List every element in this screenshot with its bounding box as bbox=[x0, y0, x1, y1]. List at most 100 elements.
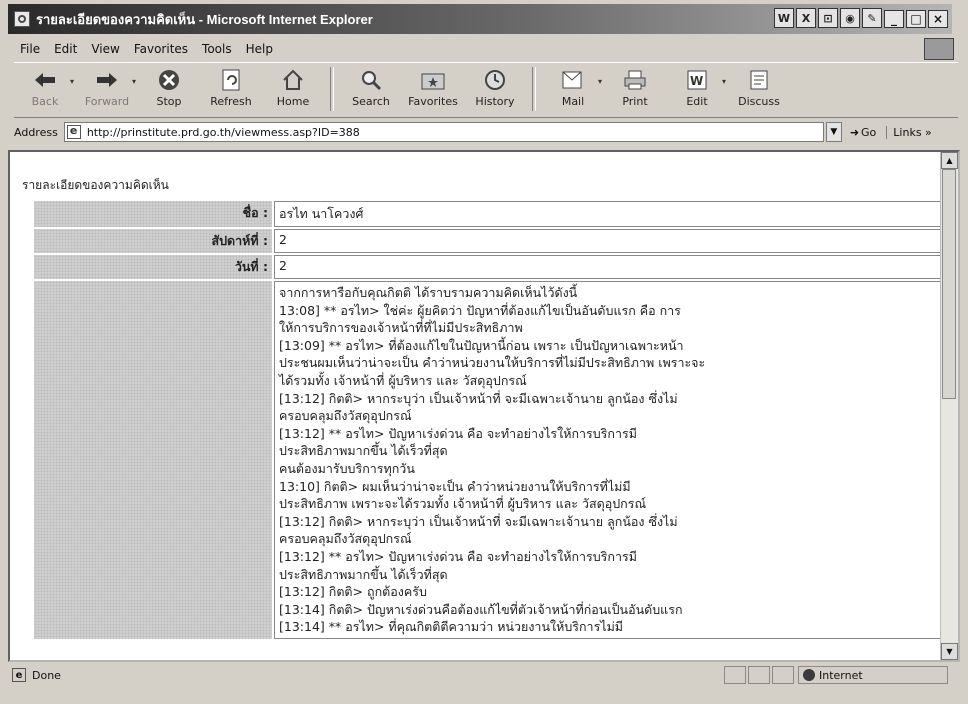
stop-button[interactable]: Stop bbox=[138, 63, 200, 115]
message-label-cell bbox=[34, 281, 272, 639]
minimize-button[interactable]: _ bbox=[884, 10, 904, 28]
home-icon bbox=[281, 68, 305, 92]
page-heading: รายละเอียดของความคิดเห็น bbox=[22, 178, 169, 192]
window-tray-icon[interactable]: ⊡ bbox=[818, 8, 838, 28]
message-line: [13:12] ** อรไท> ปัญหาเร่งด่วน คือ จะทำอ… bbox=[279, 548, 637, 564]
day-value: 2 bbox=[274, 255, 950, 279]
scroll-thumb[interactable] bbox=[942, 169, 956, 399]
mail-button[interactable]: Mail ▾ bbox=[542, 63, 604, 115]
window-controls: _ □ × bbox=[884, 10, 948, 28]
links-label: Links bbox=[893, 125, 922, 139]
stop-label: Stop bbox=[156, 95, 182, 108]
menu-tools[interactable]: Tools bbox=[202, 42, 232, 56]
status-pane bbox=[724, 666, 746, 684]
message-line: [13:12] กิตติ> ถูกต้องครับ bbox=[279, 584, 427, 600]
status-text: Done bbox=[32, 668, 61, 682]
status-bar: e Done Internet bbox=[8, 664, 960, 686]
page-content: รายละเอียดของความคิดเห็น ชื่อ : อรไท นาโ… bbox=[22, 162, 950, 641]
ie-page-icon: e bbox=[12, 668, 26, 682]
title-tray-icons: W X ⊡ ◉ ✎ bbox=[774, 8, 882, 28]
status-done: e Done bbox=[12, 668, 61, 682]
message-line: [13:12] ** อรไท> ปัญหาเร่งด่วน คือ จะทำอ… bbox=[279, 425, 637, 441]
message-line: ครอบคลุมถึงวัสดุอุปกรณ์ bbox=[279, 408, 412, 424]
message-line: [13:14] ** อรไท> ที่คุณกิตติตีความว่า หน… bbox=[279, 619, 624, 635]
edit-dropdown-icon[interactable]: ▾ bbox=[722, 77, 726, 86]
vertical-scrollbar[interactable]: ▲ ▼ bbox=[940, 152, 958, 660]
message-body: จากการหารือกับคุณกิตติ ได้ราบรามความคิดเ… bbox=[274, 281, 950, 639]
address-input[interactable]: http://prinstitute.prd.go.th/viewmess.as… bbox=[63, 122, 824, 142]
day-row: วันที่ : 2 bbox=[34, 255, 950, 279]
scroll-down-icon[interactable]: ▼ bbox=[941, 643, 958, 660]
history-label: History bbox=[475, 95, 515, 108]
message-line: [13:14] กิตติ> ปัญหาเร่งด่วนคือต้องแก้ไข… bbox=[279, 601, 683, 617]
word-tray-icon[interactable]: W bbox=[774, 8, 794, 28]
excel-tray-icon[interactable]: X bbox=[796, 8, 816, 28]
message-line: 13:10] กิตติ> ผมเห็นว่าน่าจะเป็น คำว่าหน… bbox=[279, 478, 631, 494]
refresh-label: Refresh bbox=[210, 95, 252, 108]
printer-icon bbox=[623, 68, 647, 92]
search-button[interactable]: Search bbox=[340, 63, 402, 115]
go-button[interactable]: ➜ Go bbox=[850, 126, 876, 139]
mail-dropdown-icon[interactable]: ▾ bbox=[598, 77, 602, 86]
discuss-button[interactable]: Discuss bbox=[728, 63, 790, 115]
menu-view[interactable]: View bbox=[91, 42, 119, 56]
message-line: ประสิทธิภาพมากขึ้น ได้เร็วที่สุด bbox=[279, 443, 448, 459]
close-button[interactable]: × bbox=[928, 10, 948, 28]
back-dropdown-icon[interactable]: ▾ bbox=[70, 77, 74, 86]
refresh-button[interactable]: Refresh bbox=[200, 63, 262, 115]
toolbar-separator bbox=[330, 67, 334, 111]
security-zone[interactable]: Internet bbox=[798, 666, 948, 684]
detail-table: ชื่อ : อรไท นาโควงศ์ สัปดาห์ที่ : 2 วันท… bbox=[32, 199, 952, 641]
message-line: ประชนผมเห็นว่าน่าจะเป็น คำว่าหน่วยงานให้… bbox=[279, 355, 706, 371]
name-row: ชื่อ : อรไท นาโควงศ์ bbox=[34, 201, 950, 227]
home-button[interactable]: Home bbox=[262, 63, 324, 115]
week-value: 2 bbox=[274, 229, 950, 253]
message-line: [13:12] กิตติ> หากระบุว่า เป็นเจ้าหน้าที… bbox=[279, 390, 678, 406]
address-dropdown-icon[interactable]: ▼ bbox=[825, 122, 842, 142]
search-icon bbox=[359, 68, 383, 92]
menu-favorites[interactable]: Favorites bbox=[134, 42, 188, 56]
history-button[interactable]: History bbox=[464, 63, 526, 115]
forward-dropdown-icon[interactable]: ▾ bbox=[132, 77, 136, 86]
pen-tray-icon[interactable]: ✎ bbox=[862, 8, 882, 28]
message-line: [13:09] ** อรไท> ที่ต้องแก้ไขในปัญหานี้ก… bbox=[279, 337, 684, 353]
menu-help[interactable]: Help bbox=[246, 42, 273, 56]
mail-icon bbox=[561, 68, 585, 92]
message-row: จากการหารือกับคุณกิตติ ได้ราบรามความคิดเ… bbox=[34, 281, 950, 639]
media-tray-icon[interactable]: ◉ bbox=[840, 8, 860, 28]
home-label: Home bbox=[276, 95, 310, 108]
back-label: Back bbox=[31, 95, 59, 108]
forward-button[interactable]: Forward ▾ bbox=[76, 63, 138, 115]
word-edit-icon: W bbox=[685, 68, 709, 92]
maximize-button[interactable]: □ bbox=[906, 10, 926, 28]
favorites-folder-icon bbox=[421, 68, 445, 92]
print-button[interactable]: Print bbox=[604, 63, 666, 115]
favorites-button[interactable]: Favorites bbox=[402, 63, 464, 115]
go-arrow-icon: ➜ bbox=[849, 125, 860, 139]
forward-arrow-icon bbox=[95, 68, 119, 92]
title-bar[interactable]: รายละเอียดของความคิดเห็น - Microsoft Int… bbox=[8, 4, 952, 34]
message-line: [13:12] กิตติ> หากระบุว่า เป็นเจ้าหน้าที… bbox=[279, 513, 678, 529]
go-label: Go bbox=[861, 125, 877, 139]
address-label: Address bbox=[14, 125, 58, 139]
week-label: สัปดาห์ที่ : bbox=[34, 229, 272, 253]
links-button[interactable]: Links » bbox=[886, 125, 932, 139]
status-panes bbox=[724, 666, 794, 684]
day-label: วันที่ : bbox=[34, 255, 272, 279]
ie-app-icon[interactable] bbox=[14, 11, 30, 27]
menu-file[interactable]: File bbox=[20, 42, 40, 56]
edit-button[interactable]: W Edit ▾ bbox=[666, 63, 728, 115]
page-viewport[interactable]: รายละเอียดของความคิดเห็น ชื่อ : อรไท นาโ… bbox=[8, 150, 960, 662]
name-label: ชื่อ : bbox=[34, 201, 272, 227]
back-button[interactable]: Back ▾ bbox=[14, 63, 76, 115]
search-label: Search bbox=[352, 95, 390, 108]
refresh-icon bbox=[219, 68, 243, 92]
scroll-up-icon[interactable]: ▲ bbox=[941, 152, 958, 169]
address-url[interactable]: http://prinstitute.prd.go.th/viewmess.as… bbox=[87, 126, 360, 139]
favorites-label: Favorites bbox=[408, 95, 458, 108]
menu-bar: File Edit View Favorites Tools Help bbox=[14, 38, 954, 60]
page-icon bbox=[66, 124, 81, 139]
globe-icon bbox=[803, 669, 815, 681]
message-line: ได้รวมทั้ง เจ้าหน้าที่ ผู้บริหาร และ วัส… bbox=[279, 372, 527, 388]
menu-edit[interactable]: Edit bbox=[54, 42, 77, 56]
